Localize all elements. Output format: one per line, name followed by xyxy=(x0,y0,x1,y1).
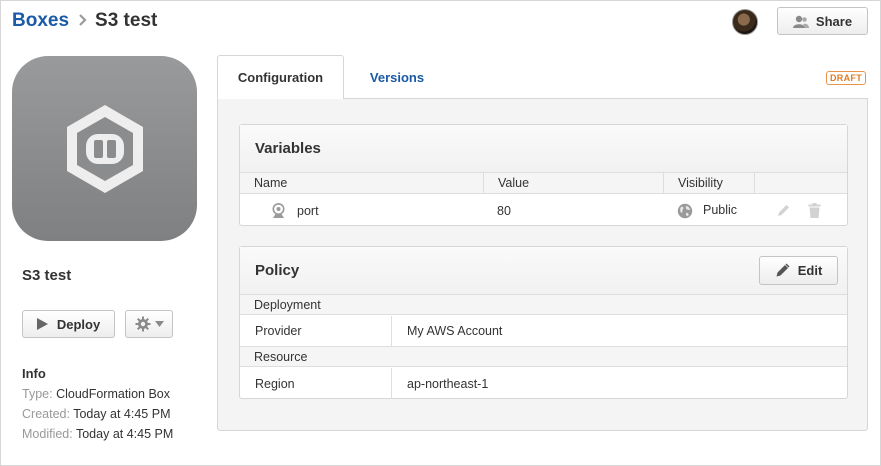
info-type-value: CloudFormation Box xyxy=(56,387,171,401)
policy-header: Policy Edit xyxy=(240,247,847,295)
policy-key: Provider xyxy=(255,324,302,338)
tab-bar: Configuration Versions DRAFT xyxy=(217,55,868,99)
policy-row-provider: Provider My AWS Account xyxy=(240,316,847,347)
play-icon xyxy=(36,318,48,330)
policy-card: Policy Edit Deployment Provider My AWS A… xyxy=(239,246,848,399)
info-created: Created: Today at 4:45 PM xyxy=(22,407,170,421)
info-created-label: Created: xyxy=(22,407,70,421)
column-header-value: Value xyxy=(483,173,663,193)
info-created-value: Today at 4:45 PM xyxy=(73,407,171,421)
page-title: S3 test xyxy=(95,10,158,31)
deploy-button[interactable]: Deploy xyxy=(22,310,115,338)
variables-title: Variables xyxy=(240,125,847,173)
column-header-name: Name xyxy=(254,176,288,190)
share-button[interactable]: Share xyxy=(777,7,868,35)
edit-policy-button[interactable]: Edit xyxy=(759,256,838,285)
box-logo xyxy=(12,56,197,241)
policy-section-deployment: Deployment xyxy=(240,295,847,315)
draft-badge: DRAFT xyxy=(826,71,866,85)
policy-value: My AWS Account xyxy=(391,316,502,346)
share-label: Share xyxy=(815,13,853,29)
tab-versions[interactable]: Versions xyxy=(347,55,447,99)
edit-label: Edit xyxy=(797,263,823,278)
info-type-label: Type: xyxy=(22,387,53,401)
trash-icon[interactable] xyxy=(808,195,821,226)
variable-name: port xyxy=(297,203,319,218)
tab-configuration[interactable]: Configuration xyxy=(217,55,344,99)
variable-value: 80 xyxy=(497,203,511,218)
table-row: port 80 Public xyxy=(240,195,847,226)
pencil-icon xyxy=(775,263,790,278)
globe-icon xyxy=(677,195,693,226)
user-icon xyxy=(792,15,809,28)
policy-key: Region xyxy=(255,376,295,391)
box-hexagon-icon xyxy=(66,104,143,193)
avatar[interactable] xyxy=(732,9,758,35)
breadcrumb: Boxes S3 test xyxy=(12,10,157,32)
header: Boxes S3 test Share xyxy=(12,7,868,37)
policy-title: Policy xyxy=(255,262,300,279)
info-modified: Modified: Today at 4:45 PM xyxy=(22,427,173,441)
policy-row-region: Region ap-northeast-1 xyxy=(240,368,847,399)
variable-visibility: Public xyxy=(703,202,738,217)
variables-table-header: Name Value Visibility xyxy=(240,173,847,194)
info-modified-label: Modified: xyxy=(22,427,73,441)
box-name: S3 test xyxy=(22,267,72,284)
policy-value: ap-northeast-1 xyxy=(391,368,488,399)
pencil-icon[interactable] xyxy=(776,195,791,226)
app-frame: Boxes S3 test Share S3 test Deploy Info … xyxy=(0,0,881,466)
variable-icon xyxy=(271,195,286,226)
policy-section-resource: Resource xyxy=(240,347,847,367)
caret-down-icon xyxy=(154,321,164,327)
variables-card: Variables Name Value Visibility port 80 xyxy=(239,124,848,226)
info-modified-value: Today at 4:45 PM xyxy=(75,427,174,441)
info-type: Type: CloudFormation Box xyxy=(22,387,170,401)
deploy-label: Deploy xyxy=(56,316,101,332)
configuration-panel: Variables Name Value Visibility port 80 xyxy=(217,98,868,431)
column-header-actions xyxy=(754,173,847,193)
column-header-visibility: Visibility xyxy=(663,173,754,193)
box-settings-dropdown[interactable] xyxy=(125,310,173,338)
breadcrumb-boxes-link[interactable]: Boxes xyxy=(12,10,69,32)
info-title: Info xyxy=(22,366,46,381)
gear-icon xyxy=(135,316,151,332)
chevron-right-icon xyxy=(78,11,87,31)
